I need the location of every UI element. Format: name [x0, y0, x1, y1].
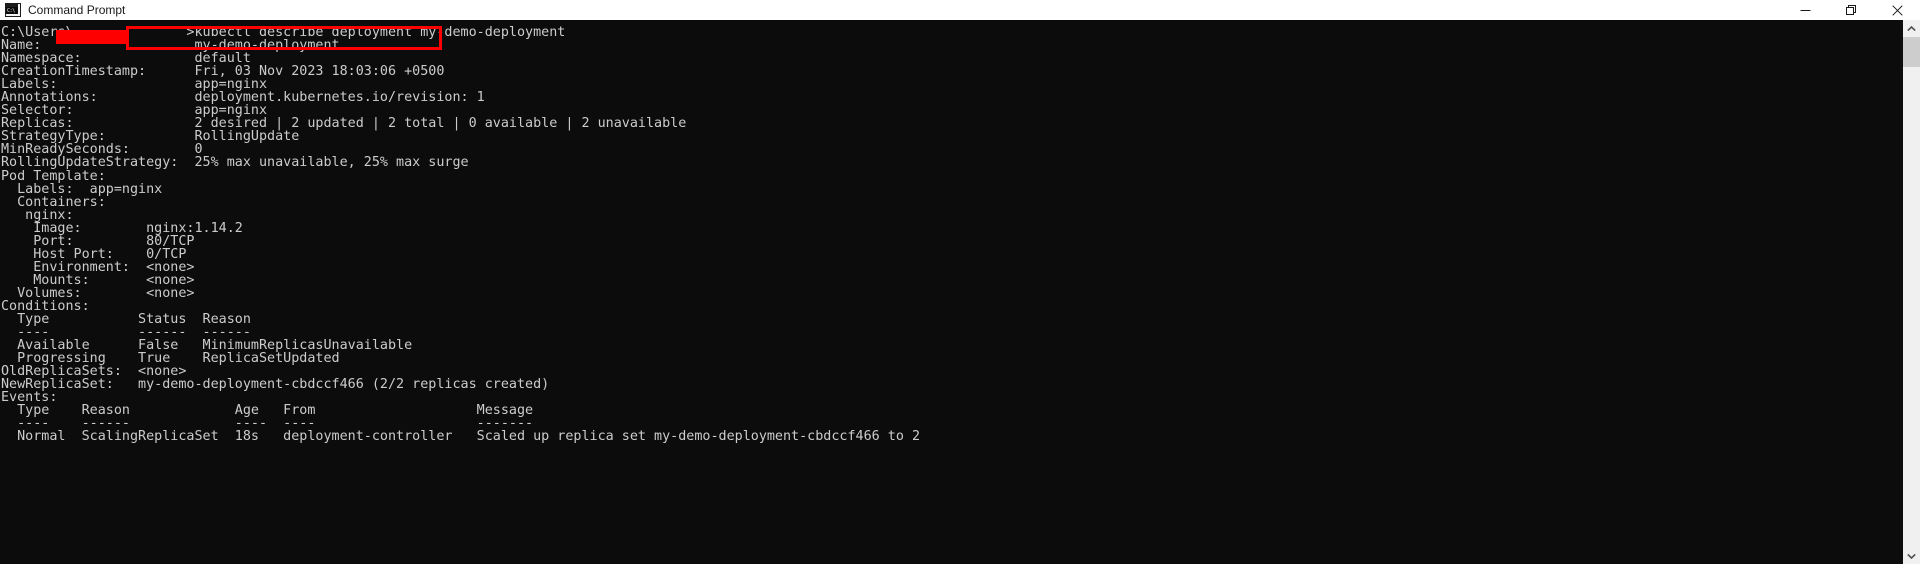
- minimize-button[interactable]: [1782, 0, 1828, 20]
- command-highlight-box: [126, 26, 442, 50]
- vertical-scrollbar[interactable]: [1903, 20, 1920, 564]
- console-line: Image: nginx:1.14.2: [1, 220, 243, 236]
- title-bar-drag-area[interactable]: [125, 0, 1782, 20]
- window-title: Command Prompt: [28, 3, 126, 17]
- console-output-area[interactable]: C:\Users\ >kubectl describe deployment m…: [0, 20, 1903, 564]
- console-line: Port: 80/TCP: [1, 233, 195, 249]
- title-bar-left: C:\ Command Prompt: [0, 0, 125, 20]
- console-line: Environment: <none>: [1, 259, 195, 275]
- command-prompt-icon: C:\: [5, 3, 21, 17]
- console-text: C:\Users\ >kubectl describe deployment m…: [0, 26, 920, 444]
- console-line: RollingUpdateStrategy: 25% max unavailab…: [1, 155, 469, 171]
- console-line: Host Port: 0/TCP: [1, 246, 187, 262]
- console-line: Pod Template:: [1, 168, 106, 184]
- console-line: Mounts: <none>: [1, 272, 195, 288]
- console-line: Containers:: [1, 194, 106, 210]
- console-line: Normal ScalingReplicaSet 18s deployment-…: [1, 429, 921, 445]
- close-button[interactable]: [1874, 0, 1920, 20]
- command-prompt-window: C:\ Command Prompt C:\Users\ >kubectl de…: [0, 0, 1920, 564]
- console-line: nginx:: [1, 207, 74, 223]
- maximize-button[interactable]: [1828, 0, 1874, 20]
- title-bar[interactable]: C:\ Command Prompt: [0, 0, 1920, 20]
- command-prompt-icon-text: C:\: [7, 7, 15, 14]
- console-line: Volumes: <none>: [1, 285, 195, 301]
- console-line: NewReplicaSet: my-demo-deployment-cbdccf…: [1, 377, 550, 393]
- window-controls: [1782, 0, 1920, 20]
- username-redaction-block: [56, 30, 126, 44]
- scroll-down-arrow-icon[interactable]: [1903, 547, 1920, 564]
- scroll-thumb[interactable]: [1903, 37, 1920, 67]
- console-line: Labels: app=nginx: [1, 181, 163, 197]
- scroll-up-arrow-icon[interactable]: [1903, 20, 1920, 37]
